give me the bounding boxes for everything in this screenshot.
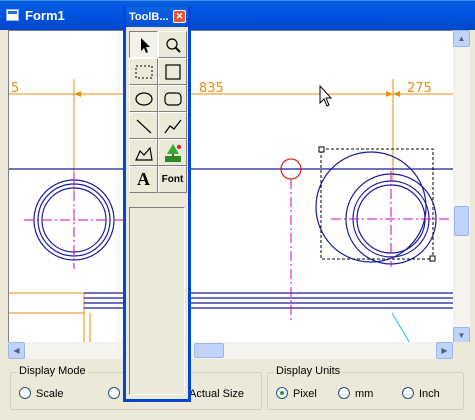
- vertical-scroll-thumb[interactable]: [454, 206, 469, 236]
- radio-dot: [276, 387, 288, 400]
- display-units-label: Display Units: [274, 365, 343, 377]
- dimension-arrowhead: [74, 91, 81, 97]
- toolbox-title: ToolB...: [129, 11, 169, 23]
- polyline-tool[interactable]: [158, 112, 187, 139]
- horizontal-scroll-thumb[interactable]: [194, 343, 224, 358]
- rounded-rectangle-icon: [164, 92, 182, 106]
- font-tool[interactable]: Font: [158, 166, 187, 193]
- magnifier-icon: [166, 38, 181, 53]
- scroll-up-button[interactable]: ▲: [453, 30, 470, 47]
- rectangle-tool[interactable]: [158, 58, 187, 85]
- scale-radio[interactable]: Scale: [19, 387, 64, 400]
- display-mode-label: Display Mode: [17, 365, 88, 377]
- radio-dot: [19, 387, 31, 400]
- cad-drawing: 5 835 275: [9, 79, 453, 344]
- line-icon: [136, 119, 152, 134]
- dimension-text: 835: [199, 81, 224, 96]
- inch-radio[interactable]: Inch: [402, 387, 440, 400]
- dimension-text: 5: [11, 81, 19, 96]
- pointer-tool[interactable]: [129, 31, 158, 58]
- rounded-rect-tool[interactable]: [158, 85, 187, 112]
- toolbox-properties-panel: [129, 207, 185, 395]
- form-window: Form1 5 835 275 ▲ ▼ ◀ ▶ Display Mode Sca…: [0, 0, 475, 420]
- leader-line: [391, 312, 411, 344]
- toolbox-title-bar[interactable]: ToolB... ✕: [126, 7, 188, 27]
- scrollbar-corner: [453, 342, 470, 359]
- polygon-tool[interactable]: [129, 139, 158, 166]
- tree-image-icon: [165, 144, 181, 162]
- display-units-group: Display Units Pixel mm Inch: [267, 365, 464, 410]
- selection-handle: [318, 146, 325, 153]
- pixel-radio[interactable]: Pixel: [276, 387, 317, 400]
- horizontal-scrollbar[interactable]: ◀ ▶: [8, 342, 453, 359]
- toolbox-window: ToolB... ✕ A Font: [123, 7, 191, 402]
- mouse-cursor-icon: [319, 84, 333, 107]
- mm-radio[interactable]: mm: [338, 387, 373, 400]
- image-tool[interactable]: [158, 139, 187, 166]
- text-tool[interactable]: A: [129, 166, 158, 193]
- dimension-arrowhead: [393, 91, 400, 97]
- form-window-icon: [6, 9, 19, 21]
- select-rect-tool[interactable]: [129, 58, 158, 85]
- ellipse-icon: [135, 92, 153, 106]
- scroll-left-button[interactable]: ◀: [8, 342, 25, 359]
- zoom-tool[interactable]: [158, 31, 187, 58]
- dashed-rectangle-icon: [135, 65, 153, 79]
- rectangle-icon: [165, 64, 181, 80]
- scroll-right-button[interactable]: ▶: [436, 342, 453, 359]
- title-bar[interactable]: Form1: [0, 0, 475, 30]
- dimension-text: 275: [407, 81, 432, 96]
- ellipse-tool[interactable]: [129, 85, 158, 112]
- window-title: Form1: [25, 8, 65, 23]
- arrow-pointer-icon: [141, 38, 150, 53]
- line-tool[interactable]: [129, 112, 158, 139]
- vertical-scrollbar[interactable]: ▲ ▼: [453, 30, 470, 344]
- dimension-arrowhead: [386, 91, 393, 97]
- polygon-icon: [135, 146, 153, 161]
- close-icon[interactable]: ✕: [173, 10, 186, 23]
- radio-dot: [402, 387, 414, 400]
- selection-handle: [429, 255, 436, 262]
- drawing-canvas[interactable]: 5 835 275: [8, 30, 453, 344]
- polyline-icon: [164, 119, 182, 134]
- radio-dot: [108, 387, 120, 400]
- radio-dot: [338, 387, 350, 400]
